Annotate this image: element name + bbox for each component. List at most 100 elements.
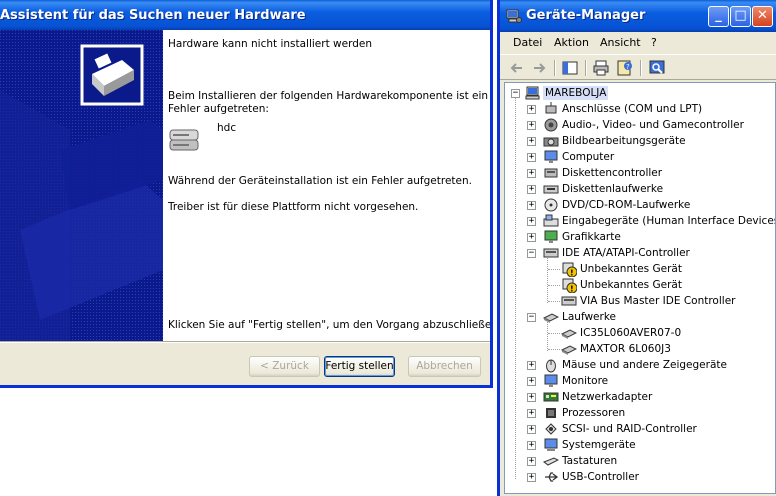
expand-toggle[interactable]: + <box>527 409 536 418</box>
tree-node-label: Diskettencontroller <box>562 167 663 179</box>
input-device-icon <box>543 214 559 227</box>
tree-connector <box>548 301 560 302</box>
wizard-separator <box>0 341 490 343</box>
cancel-button[interactable]: Abbrechen <box>408 356 481 377</box>
expand-toggle[interactable]: + <box>527 105 536 114</box>
hard-disk-icon <box>169 129 199 151</box>
expand-toggle[interactable]: + <box>527 457 536 466</box>
tree-node-disk[interactable]: IC35L060AVER07-0 <box>505 325 775 341</box>
tree-node-label: Eingabegeräte (Human Interface Devices) <box>562 215 776 227</box>
finish-button[interactable]: Fertig stellen <box>324 356 395 377</box>
scan-hardware-icon[interactable] <box>648 59 666 77</box>
tree-node-label: Computer <box>562 151 615 163</box>
expand-toggle[interactable]: + <box>527 473 536 482</box>
tree-node-keyboards[interactable]: + Tastaturen <box>505 453 775 469</box>
tree-node-computer[interactable]: + Computer <box>505 149 775 165</box>
menu-datei[interactable]: Datei <box>513 36 542 49</box>
tree-node-imaging[interactable]: + Bildbearbeitungsgeräte <box>505 133 775 149</box>
collapse-toggle[interactable]: − <box>527 313 536 322</box>
wizard-finish-hint: Klicken Sie auf "Fertig stellen", um den… <box>168 319 493 331</box>
expand-toggle[interactable]: + <box>527 441 536 450</box>
tree-node-scsi[interactable]: + SCSI- und RAID-Controller <box>505 421 775 437</box>
tree-node-usb[interactable]: + USB-Controller <box>505 469 775 485</box>
keyboard-icon <box>543 457 559 466</box>
minimize-button[interactable]: _ <box>708 6 729 27</box>
print-icon[interactable] <box>592 59 610 77</box>
menu-aktion[interactable]: Aktion <box>554 36 589 49</box>
tree-node-dvd[interactable]: + DVD/CD-ROM-Laufwerke <box>505 197 775 213</box>
tree-node-ide[interactable]: − IDE ATA/ATAPI-Controller <box>505 245 775 261</box>
desktop: Assistent für das Suchen neuer Hardware <box>0 0 776 496</box>
expand-toggle[interactable]: + <box>527 153 536 162</box>
display-adapter-icon <box>544 230 558 243</box>
tree-node-unknown-device[interactable]: ! Unbekanntes Gerät <box>505 277 775 293</box>
tree-node-graphics[interactable]: + Grafikkarte <box>505 229 775 245</box>
tree-node-disk[interactable]: MAXTOR 6L060J3 <box>505 341 775 357</box>
tree-node-audio[interactable]: + Audio-, Video- und Gamecontroller <box>505 117 775 133</box>
back-arrow-icon[interactable] <box>508 59 526 77</box>
tree-node-label: Monitore <box>562 375 609 387</box>
tree-node-label: USB-Controller <box>562 471 639 483</box>
expand-toggle[interactable]: + <box>527 377 536 386</box>
tree-node-floppy-drives[interactable]: + Diskettenlaufwerke <box>505 181 775 197</box>
device-tree[interactable]: − MAREBOLJA + Anschlüsse (COM und LPT) +… <box>504 82 776 494</box>
tree-node-unknown-device[interactable]: ! Unbekanntes Gerät <box>505 261 775 277</box>
properties-icon[interactable]: ? <box>616 59 634 77</box>
tree-root[interactable]: − MAREBOLJA <box>505 85 775 101</box>
console-tree-icon[interactable] <box>561 59 579 77</box>
controller-icon <box>544 168 558 178</box>
wizard-titlebar[interactable]: Assistent für das Suchen neuer Hardware <box>0 0 490 30</box>
expand-toggle[interactable]: + <box>527 185 536 194</box>
expand-toggle[interactable]: + <box>527 425 536 434</box>
tree-node-hid[interactable]: + Eingabegeräte (Human Interface Devices… <box>505 213 775 229</box>
wizard-banner-graphic <box>0 30 163 341</box>
wizard-title: Assistent für das Suchen neuer Hardware <box>0 8 306 23</box>
tree-node-label: Tastaturen <box>562 455 618 467</box>
expand-toggle[interactable]: + <box>527 217 536 226</box>
tree-node-label: Unbekanntes Gerät <box>580 279 682 291</box>
tree-node-anschluesse[interactable]: + Anschlüsse (COM und LPT) <box>505 101 775 117</box>
computer-manager-icon <box>506 9 522 23</box>
expand-toggle[interactable]: + <box>527 361 536 370</box>
expand-toggle[interactable]: + <box>527 137 536 146</box>
expand-toggle[interactable]: + <box>527 169 536 178</box>
cdrom-icon <box>544 198 558 212</box>
toolbar-separator <box>585 60 587 76</box>
network-adapter-icon <box>543 392 559 402</box>
tree-node-floppy-controller[interactable]: + Diskettencontroller <box>505 165 775 181</box>
menu-ansicht[interactable]: Ansicht <box>600 36 641 49</box>
collapse-toggle[interactable]: − <box>527 249 536 258</box>
tree-node-network[interactable]: + Netzwerkadapter <box>505 389 775 405</box>
tree-node-label: Netzwerkadapter <box>562 391 653 403</box>
expand-toggle[interactable]: + <box>527 233 536 242</box>
menu-help[interactable]: ? <box>651 36 657 49</box>
tree-node-monitors[interactable]: + Monitore <box>505 373 775 389</box>
monitor-icon <box>544 374 558 387</box>
back-button[interactable]: < Zurück <box>249 356 320 377</box>
forward-arrow-icon[interactable] <box>530 59 548 77</box>
scsi-icon <box>545 423 557 435</box>
tree-root-label: MAREBOLJA <box>543 86 609 100</box>
expand-toggle[interactable]: + <box>527 201 536 210</box>
mouse-icon <box>546 359 556 373</box>
devmgr-titlebar[interactable]: Geräte-Manager _ □ ✕ <box>500 0 776 32</box>
expand-toggle[interactable]: + <box>527 121 536 130</box>
floppy-drive-icon <box>543 185 559 194</box>
tree-node-system[interactable]: + Systemgeräte <box>505 437 775 453</box>
tree-node-label: Grafikkarte <box>562 231 621 243</box>
tree-node-via-ide[interactable]: VIA Bus Master IDE Controller <box>505 293 775 309</box>
warning-icon: ! <box>562 278 577 293</box>
system-device-icon <box>544 438 558 451</box>
devmgr-title: Geräte-Manager <box>526 8 646 23</box>
svg-text:?: ? <box>626 63 630 71</box>
maximize-button[interactable]: □ <box>730 6 751 27</box>
tree-node-mice[interactable]: + Mäuse und andere Zeigegeräte <box>505 357 775 373</box>
collapse-toggle[interactable]: − <box>511 89 520 98</box>
disk-drive-icon <box>561 329 577 339</box>
expand-toggle[interactable]: + <box>527 393 536 402</box>
close-button[interactable]: ✕ <box>752 6 773 27</box>
tree-node-drives[interactable]: − Laufwerke <box>505 309 775 325</box>
tree-node-processors[interactable]: + Prozessoren <box>505 405 775 421</box>
tree-node-label: Systemgeräte <box>562 439 636 451</box>
processor-icon <box>546 408 556 418</box>
